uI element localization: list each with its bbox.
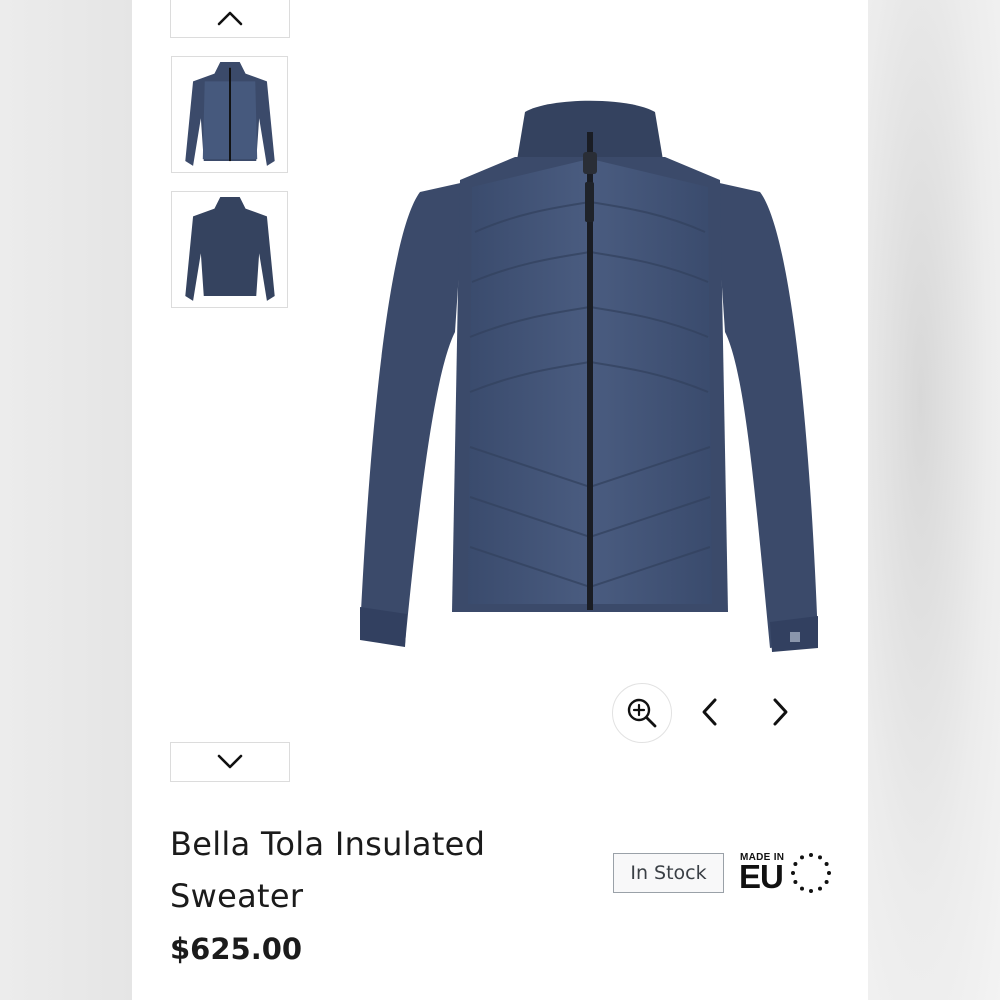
zoom-in-icon bbox=[627, 698, 657, 728]
made-in-eu-badge: MADE IN EU bbox=[739, 852, 834, 896]
product-title: Bella Tola Insulated Sweater bbox=[170, 825, 486, 915]
thumbnail-scroll-down-button[interactable] bbox=[170, 742, 290, 782]
eu-stars-icon bbox=[791, 853, 831, 893]
product-price: $625.00 bbox=[170, 932, 303, 966]
chevron-up-icon bbox=[217, 11, 243, 26]
thumbnail-scroll-up-button[interactable] bbox=[170, 0, 290, 38]
chevron-right-icon bbox=[773, 698, 788, 726]
chevron-left-icon bbox=[702, 698, 717, 726]
main-product-image bbox=[360, 100, 818, 652]
background-left bbox=[0, 0, 132, 1000]
eu-label: EU bbox=[739, 858, 784, 895]
thumbnail-front-view[interactable] bbox=[171, 56, 288, 173]
previous-image-button[interactable] bbox=[690, 692, 730, 732]
product-page: Bella Tola Insulated Sweater $625.00 In … bbox=[132, 0, 868, 1000]
stock-status-badge: In Stock bbox=[613, 853, 724, 893]
zoom-button[interactable] bbox=[612, 683, 672, 743]
thumbnail-back-view[interactable] bbox=[171, 191, 288, 308]
thumbnail-front-image bbox=[184, 61, 275, 166]
thumbnail-back-image bbox=[184, 196, 275, 301]
chevron-down-icon bbox=[217, 754, 243, 769]
background-right bbox=[868, 0, 1000, 1000]
next-image-button[interactable] bbox=[760, 692, 800, 732]
